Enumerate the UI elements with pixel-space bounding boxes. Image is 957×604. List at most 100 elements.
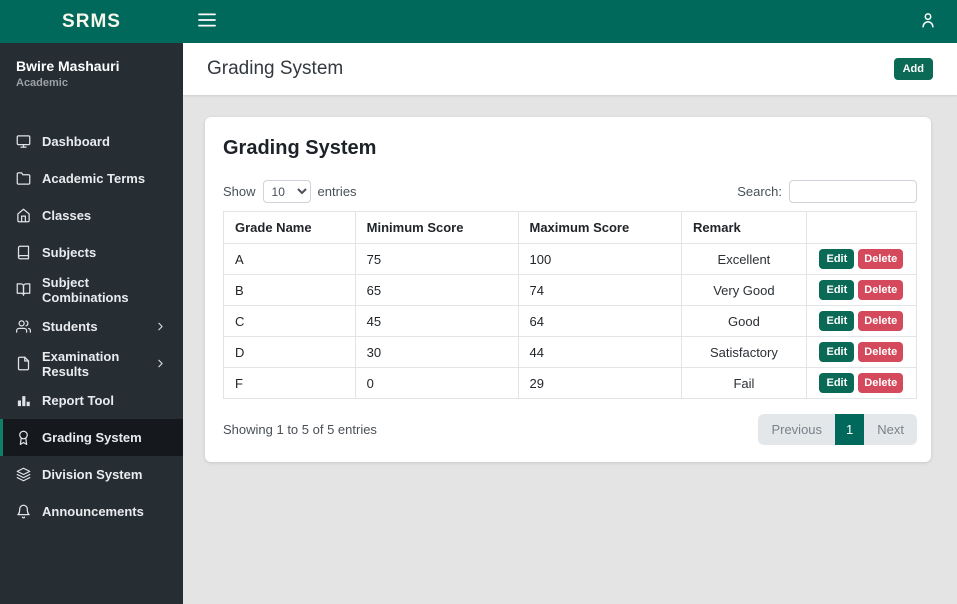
card-title: Grading System [223, 137, 377, 159]
remark-cell: Satisfactory [681, 336, 807, 368]
dashboard-icon [16, 134, 31, 149]
maximum-score-cell: 64 [517, 305, 683, 337]
user-menu-button[interactable] [919, 11, 937, 32]
user-name: Bwire Mashauri [16, 58, 120, 74]
header-grade-name: Grade Name [223, 211, 356, 244]
actions-cell: Edit Delete [805, 336, 918, 368]
sidebar-item-academic-terms[interactable]: Academic Terms [0, 160, 183, 197]
delete-button[interactable]: Delete [858, 249, 904, 269]
delete-button[interactable]: Delete [858, 311, 904, 331]
remark-cell: Excellent [681, 243, 807, 275]
edit-button[interactable]: Edit [819, 249, 855, 269]
grade-name-cell: A [223, 243, 356, 275]
pagination-previous[interactable]: Previous [758, 414, 835, 445]
page-title: Grading System [207, 58, 344, 79]
actions-cell: Edit Delete [805, 274, 918, 306]
home-icon [16, 208, 31, 223]
sidebar-item-label: Students [42, 319, 98, 334]
pagination-page-1[interactable]: 1 [835, 414, 865, 445]
grading-table: Grade Name Minimum Score Maximum Score R… [223, 211, 918, 399]
sidebar-item-announcements[interactable]: Announcements [0, 493, 183, 530]
grading-table-body: A 75 100 Excellent Edit Delete B 65 74 Very Good E… [223, 243, 918, 399]
table-row: F 0 29 Fail Edit Delete [223, 367, 918, 399]
users-icon [16, 319, 31, 334]
remark-cell: Fail [681, 367, 807, 399]
sidebar-item-label: Dashboard [42, 134, 110, 149]
maximum-score-cell: 29 [517, 367, 683, 399]
sidebar-item-grading-system[interactable]: Grading System [0, 419, 183, 456]
pagination: Previous 1 Next [758, 414, 917, 445]
search-label: Search: [737, 184, 782, 199]
minimum-score-cell: 45 [354, 305, 519, 337]
person-icon [919, 11, 937, 32]
brand-logo: SRMS [0, 0, 183, 43]
bell-icon [16, 504, 31, 519]
table-header-row: Grade Name Minimum Score Maximum Score R… [223, 211, 918, 244]
show-label: Show [223, 184, 256, 199]
delete-button[interactable]: Delete [858, 373, 904, 393]
sidebar-item-subjects[interactable]: Subjects [0, 234, 183, 271]
sidebar-item-label: Subjects [42, 245, 97, 260]
minimum-score-cell: 75 [354, 243, 519, 275]
file-icon [16, 356, 31, 371]
header-maximum-score: Maximum Score [517, 211, 683, 244]
sidebar-nav: Dashboard Academic Terms Classes Subjects Su… [0, 123, 183, 530]
sidebar-item-division-system[interactable]: Division System [0, 456, 183, 493]
table-row: C 45 64 Good Edit Delete [223, 305, 918, 337]
minimum-score-cell: 30 [354, 336, 519, 368]
sidebar-item-label: Academic Terms [42, 171, 146, 186]
grade-name-cell: B [223, 274, 356, 306]
header-minimum-score: Minimum Score [354, 211, 519, 244]
entries-label: entries [317, 184, 357, 199]
book-icon [16, 245, 31, 260]
sidebar-item-students[interactable]: Students [0, 308, 183, 345]
search-input[interactable] [789, 180, 917, 203]
search-box: Search: [737, 180, 917, 203]
entries-select[interactable]: 10 [262, 180, 311, 203]
grading-table-head: Grade Name Minimum Score Maximum Score R… [223, 211, 918, 244]
delete-button[interactable]: Delete [858, 280, 904, 300]
entries-info: Showing 1 to 5 of 5 entries [223, 422, 377, 437]
table-row: B 65 74 Very Good Edit Delete [223, 274, 918, 306]
sidebar-item-report-tool[interactable]: Report Tool [0, 382, 183, 419]
hamburger-icon [197, 12, 217, 31]
grade-name-cell: F [223, 367, 356, 399]
header-remark: Remark [681, 211, 807, 244]
sidebar: SRMS Bwire Mashauri Academic Dashboard Ac… [0, 0, 183, 604]
minimum-score-cell: 65 [354, 274, 519, 306]
top-navbar [183, 0, 957, 43]
edit-button[interactable]: Edit [819, 373, 855, 393]
actions-cell: Edit Delete [805, 367, 918, 399]
main-area: Grading System Add Grading System Show 1… [183, 0, 957, 604]
maximum-score-cell: 74 [517, 274, 683, 306]
sidebar-item-label: Examination Results [42, 348, 120, 379]
sidebar-item-classes[interactable]: Classes [0, 197, 183, 234]
sidebar-item-subject-combinations[interactable]: Subject Combinations [0, 271, 183, 308]
edit-button[interactable]: Edit [819, 280, 855, 300]
actions-cell: Edit Delete [805, 243, 918, 275]
user-role: Academic [16, 77, 68, 89]
sidebar-item-examination-results[interactable]: Examination Results [0, 345, 183, 382]
delete-button[interactable]: Delete [858, 342, 904, 362]
sidebar-item-dashboard[interactable]: Dashboard [0, 123, 183, 160]
minimum-score-cell: 0 [354, 367, 519, 399]
edit-button[interactable]: Edit [819, 311, 855, 331]
table-row: D 30 44 Satisfactory Edit Delete [223, 336, 918, 368]
sidebar-item-label: Subject Combinations [42, 274, 129, 305]
header-actions [805, 211, 918, 244]
menu-toggle-button[interactable] [197, 12, 217, 31]
sidebar-item-label: Announcements [42, 504, 144, 519]
edit-button[interactable]: Edit [819, 342, 855, 362]
table-row: A 75 100 Excellent Edit Delete [223, 243, 918, 275]
maximum-score-cell: 100 [517, 243, 683, 275]
pagination-next[interactable]: Next [864, 414, 917, 445]
add-button[interactable]: Add [893, 58, 933, 80]
bar-chart-icon [16, 393, 31, 408]
entries-length-menu: Show 10 entries [223, 180, 357, 203]
sidebar-item-label: Report Tool [42, 393, 114, 408]
table-controls: Show 10 entries Search: [223, 180, 917, 203]
sidebar-item-label: Division System [42, 467, 143, 482]
grade-name-cell: D [223, 336, 356, 368]
content: Grading System Show 10 entries Search: G… [183, 95, 957, 604]
actions-cell: Edit Delete [805, 305, 918, 337]
